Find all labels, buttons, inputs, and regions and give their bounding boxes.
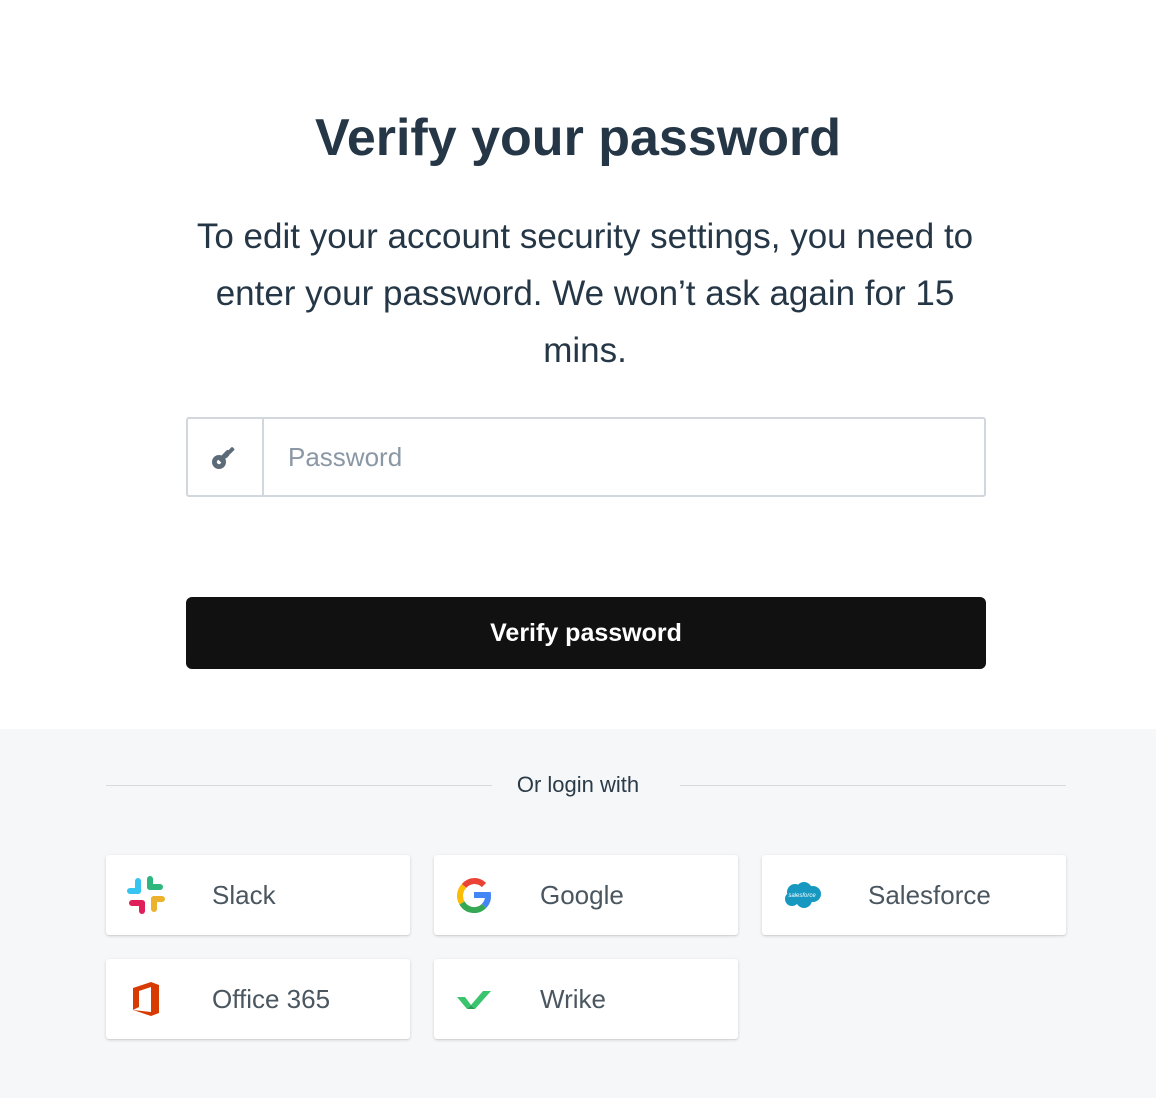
verify-password-button[interactable]: Verify password <box>186 597 986 669</box>
provider-label: Office 365 <box>212 984 331 1014</box>
page-subtitle: To edit your account security settings, … <box>196 217 974 370</box>
page-title: Verify your password <box>315 109 841 167</box>
password-input[interactable] <box>264 419 984 495</box>
wrike-icon <box>454 979 494 1019</box>
provider-label: Slack <box>212 880 276 910</box>
provider-label: Salesforce <box>868 880 991 910</box>
verify-panel: Verify your password To edit your accoun… <box>0 0 1156 729</box>
wrike-login-button[interactable]: Wrike <box>434 959 738 1039</box>
provider-label: Google <box>540 880 624 910</box>
key-icon <box>188 419 264 495</box>
alt-login-section: Or login with Slack Google salesforce Sa… <box>0 729 1156 1098</box>
google-login-button[interactable]: Google <box>434 855 738 935</box>
password-field[interactable] <box>186 417 986 497</box>
google-icon <box>454 875 494 915</box>
salesforce-login-button[interactable]: salesforce Salesforce <box>762 855 1066 935</box>
provider-label: Wrike <box>540 984 606 1014</box>
office365-login-button[interactable]: Office 365 <box>106 959 410 1039</box>
salesforce-icon-text: salesforce <box>788 893 816 899</box>
slack-login-button[interactable]: Slack <box>106 855 410 935</box>
divider-line-right <box>680 785 1066 786</box>
office365-icon <box>126 979 166 1019</box>
salesforce-icon: salesforce <box>782 875 822 915</box>
slack-icon <box>126 875 166 915</box>
